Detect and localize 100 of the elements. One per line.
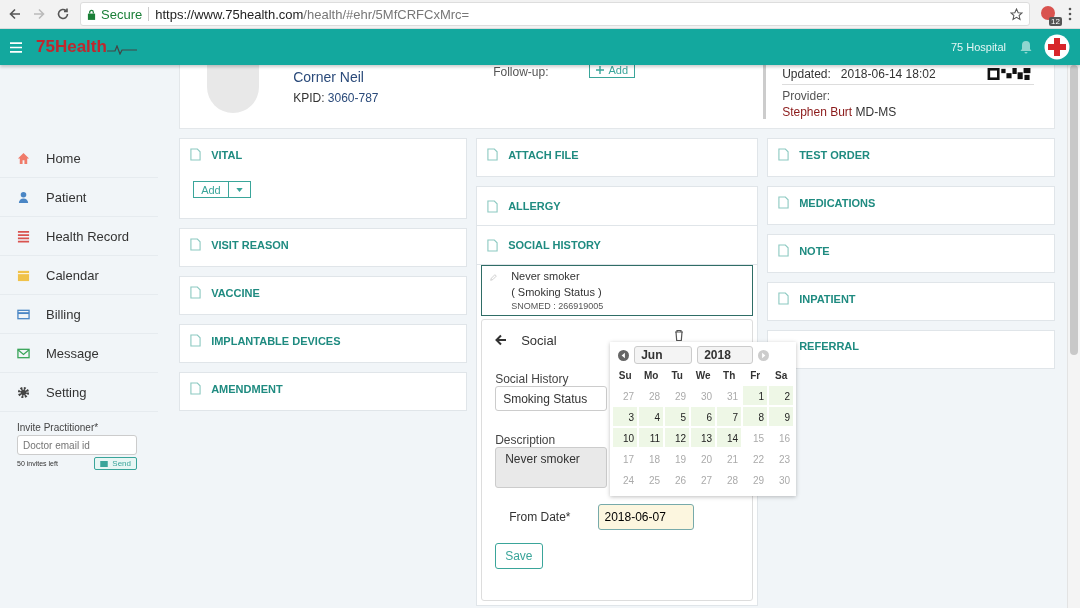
pulse-icon — [106, 45, 137, 55]
nav-item[interactable]: Calendar — [0, 256, 159, 295]
calendar-day[interactable]: 6 — [690, 406, 717, 427]
url-path: /health/#ehr/5MfCRFCxMrc= — [303, 6, 470, 22]
nav-item[interactable]: Health Record — [0, 217, 159, 256]
entry-type: ( Smoking Status ) — [511, 285, 603, 300]
calendar-day[interactable]: 11 — [638, 427, 665, 448]
document-icon — [487, 199, 499, 213]
description-field[interactable]: Never smoker — [495, 447, 608, 488]
nav-item[interactable]: Setting — [0, 373, 159, 412]
weekday-label: We — [694, 369, 712, 383]
hospital-name[interactable]: 75 Hospital — [950, 41, 1006, 53]
scrollbar-thumb[interactable] — [1070, 65, 1078, 355]
calendar-day[interactable]: 8 — [742, 406, 769, 427]
save-button[interactable]: Save — [495, 543, 543, 569]
section-title[interactable]: VITAL — [211, 148, 243, 161]
provider-name[interactable]: Stephen Burt — [782, 105, 853, 119]
extension-badge: 12 — [1049, 17, 1062, 26]
nav-item[interactable]: Billing — [0, 295, 159, 334]
document-icon — [487, 238, 499, 252]
invite-label: Invite Practitioner* — [17, 422, 100, 433]
section-title[interactable]: VACCINE — [211, 286, 260, 299]
section-title[interactable]: NOTE — [799, 244, 830, 257]
calendar-day[interactable]: 12 — [664, 427, 691, 448]
menu-icon[interactable] — [10, 41, 22, 53]
previous-month-icon[interactable] — [618, 349, 630, 361]
back-icon[interactable] — [8, 7, 22, 21]
social-history-select[interactable]: Smoking Status — [495, 386, 608, 411]
nav-item[interactable]: Message — [0, 334, 159, 373]
weekday-label: Tu — [670, 369, 684, 383]
section-title[interactable]: TEST ORDER — [799, 148, 871, 161]
section-title[interactable]: SOCIAL HISTORY — [508, 239, 601, 251]
back-arrow-icon[interactable] — [495, 334, 508, 346]
calendar-day[interactable]: 13 — [690, 427, 717, 448]
list-icon — [17, 229, 30, 243]
dropdown-button[interactable] — [228, 181, 251, 198]
star-icon[interactable] — [1010, 7, 1023, 21]
nav-item[interactable]: Home — [0, 139, 159, 178]
document-icon — [487, 148, 499, 161]
entry-value: Never smoker — [511, 269, 581, 284]
more-menu-icon[interactable] — [1068, 7, 1072, 21]
url-host: https://www.75health.com — [155, 6, 304, 22]
calendar-day[interactable]: 3 — [612, 406, 639, 427]
document-icon — [778, 196, 790, 209]
person-icon — [17, 190, 30, 204]
calendar-day[interactable]: 1 — [742, 385, 769, 406]
document-icon — [778, 244, 790, 257]
kpid-value: 3060-787 — [327, 91, 379, 105]
weekday-label: Th — [722, 369, 737, 383]
extension-icon[interactable] — [1040, 5, 1056, 21]
section-title[interactable]: VISIT REASON — [211, 238, 289, 251]
section-title[interactable]: ALLERGY — [508, 200, 561, 212]
patient-name[interactable]: Corner Neil — [293, 69, 494, 85]
section-title[interactable]: AMENDMENT — [211, 382, 283, 395]
weekday-label: Fr — [749, 369, 762, 383]
calendar-day[interactable]: 9 — [768, 406, 795, 427]
trash-icon[interactable] — [674, 329, 685, 341]
send-button[interactable]: Send — [94, 457, 137, 470]
from-date-label: From Date* — [509, 510, 571, 524]
document-icon — [190, 334, 202, 347]
secure-label: Secure — [101, 6, 143, 22]
scrollbar[interactable] — [1067, 65, 1080, 608]
calendar-day[interactable]: 14 — [716, 427, 743, 448]
section-title[interactable]: MEDICATIONS — [799, 196, 876, 209]
form-title: Social — [521, 332, 557, 348]
weekday-label: Mo — [642, 369, 660, 383]
calendar-day[interactable]: 7 — [716, 406, 743, 427]
section-title[interactable]: IMPLANTABLE DEVICES — [211, 334, 341, 347]
plus-icon — [595, 66, 604, 74]
calendar-day[interactable]: 4 — [638, 406, 665, 427]
social-history-entry[interactable]: Never smoker ( Smoking Status ) SNOMED : 266919005 — [481, 265, 754, 316]
updated-value: 2018-06-14 18:02 — [840, 67, 936, 81]
medical-cross-icon[interactable] — [1044, 34, 1070, 60]
address-bar[interactable]: Secure https://www.75health.com/health/#ehr/5MfCRFCxMrc= — [80, 2, 1030, 26]
document-icon — [190, 382, 202, 395]
provider-credentials: MD-MS — [855, 105, 897, 119]
from-date-input[interactable]: 2018-06-07 — [597, 504, 694, 530]
calendar-day[interactable]: 5 — [664, 406, 691, 427]
section-title[interactable]: ATTACH FILE — [508, 148, 579, 161]
kpid-label: KPID: — [293, 91, 325, 105]
month-select[interactable]: Jun — [634, 346, 693, 364]
document-icon — [190, 286, 202, 299]
snomed-code: SNOMED : 266919005 — [511, 300, 604, 313]
add-button[interactable]: Add — [193, 181, 229, 198]
calendar-day[interactable]: 2 — [768, 385, 795, 406]
document-icon — [190, 238, 202, 251]
description-label: Description — [495, 433, 556, 447]
reload-icon[interactable] — [56, 7, 70, 21]
document-icon — [778, 292, 790, 305]
section-title[interactable]: INPATIENT — [799, 292, 856, 305]
document-icon — [190, 148, 202, 161]
email-input[interactable]: Doctor email id — [17, 435, 137, 455]
calendar-day[interactable]: 10 — [612, 427, 639, 448]
year-select[interactable]: 2018 — [697, 346, 754, 364]
calendar-icon — [17, 268, 30, 282]
section-title[interactable]: REFERRAL — [799, 340, 860, 352]
social-history-label: Social History — [495, 372, 569, 386]
nav-item[interactable]: Patient — [0, 178, 159, 217]
edit-icon — [490, 274, 498, 281]
weekday-label: Su — [617, 369, 633, 383]
